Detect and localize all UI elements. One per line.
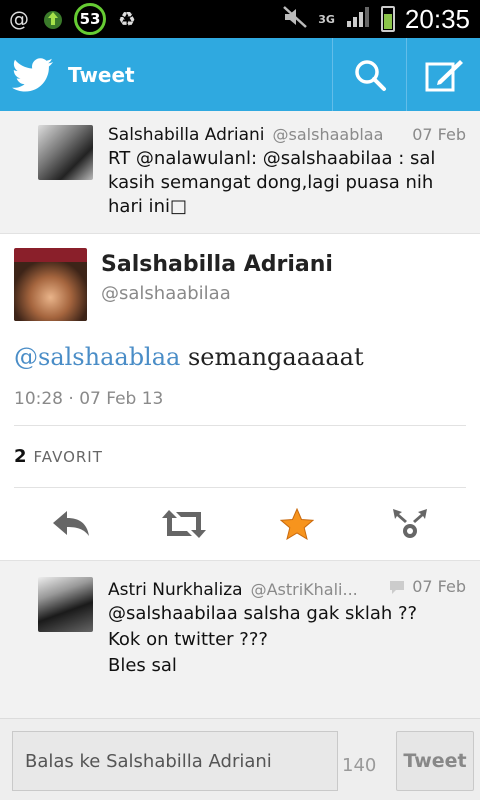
- author-handle: @AstriKhali...: [250, 579, 358, 599]
- tweet-date: 07 Feb: [412, 577, 466, 596]
- reply-tweet[interactable]: Astri Nurkhaliza @AstriKhali... 07 Feb @…: [0, 560, 480, 692]
- avatar[interactable]: [38, 125, 93, 180]
- favorites-label: FAVORIT: [33, 448, 103, 466]
- tweet-detail: Salshabilla Adriani @salshaablaa 07 Feb …: [0, 111, 480, 718]
- more-actions-button[interactable]: [380, 499, 440, 549]
- search-button[interactable]: [332, 38, 406, 111]
- share-icon: [392, 509, 427, 538]
- tweet-text: Bles sal: [108, 654, 177, 676]
- reply-composer: Balas ke Salshabilla Adriani 140 Tweet: [0, 718, 480, 800]
- tweet-text: RT @nalawulanl: @salshaabilaa : sal kasi…: [108, 148, 436, 217]
- recycle-icon: ♻: [118, 7, 136, 31]
- tweet-date: 07 Feb: [412, 125, 466, 144]
- author-handle: @salshaablaa: [272, 125, 384, 144]
- page-title: Tweet: [68, 62, 135, 87]
- author-handle[interactable]: @salshaabilaa: [101, 283, 333, 304]
- tweet-body: semangaaaaat: [180, 343, 364, 371]
- tweet-text: @salshaablaa semangaaaaat: [14, 343, 466, 371]
- retweet-button[interactable]: [154, 499, 214, 549]
- android-update-icon: [40, 6, 66, 32]
- tweet-text: Kok on twitter ???: [108, 628, 268, 650]
- search-icon: [354, 59, 386, 91]
- favorite-button[interactable]: [267, 499, 327, 549]
- reply-input[interactable]: Balas ke Salshabilla Adriani: [12, 731, 338, 791]
- battery-icon: [380, 6, 395, 32]
- action-bar: Tweet: [0, 38, 480, 111]
- twitter-bird-icon[interactable]: [12, 57, 54, 92]
- notification-count-badge: 53: [74, 3, 106, 35]
- tweet-actions: [14, 488, 466, 560]
- retweet-icon: [161, 510, 206, 538]
- compose-button[interactable]: [406, 38, 480, 111]
- mention-link[interactable]: @salshaablaa: [14, 343, 180, 371]
- at-sign-icon: @: [9, 7, 29, 31]
- author-name: Astri Nurkhaliza: [108, 579, 243, 600]
- tweet-timestamp: 10:28 · 07 Feb 13: [14, 389, 466, 426]
- tweet-button[interactable]: Tweet: [396, 731, 474, 791]
- author-name: Salshabilla Adriani: [108, 125, 265, 145]
- author-name[interactable]: Salshabilla Adriani: [101, 252, 333, 277]
- signal-icon: [345, 5, 371, 33]
- network-type-icon: 3G: [318, 12, 335, 26]
- reply-bubble-icon: [390, 580, 405, 594]
- compose-icon: [425, 59, 463, 91]
- favorites-stat[interactable]: 2 FAVORIT: [14, 426, 466, 488]
- favorites-count: 2: [14, 446, 28, 467]
- reply-button[interactable]: [41, 499, 101, 549]
- avatar[interactable]: [14, 248, 87, 321]
- reply-icon: [52, 511, 89, 536]
- avatar[interactable]: [38, 577, 93, 632]
- star-icon: [279, 508, 314, 540]
- parent-tweet[interactable]: Salshabilla Adriani @salshaablaa 07 Feb …: [0, 111, 480, 234]
- clock: 20:35: [404, 3, 470, 34]
- status-bar: @ 53 ♻ 3G 20:35: [0, 0, 480, 38]
- mute-icon: [282, 5, 308, 33]
- character-counter: 140: [342, 755, 377, 776]
- tweet-text: @salshaabilaa salsha gak sklah ??: [108, 602, 418, 624]
- main-tweet: Salshabilla Adriani @salshaabilaa @salsh…: [0, 234, 480, 560]
